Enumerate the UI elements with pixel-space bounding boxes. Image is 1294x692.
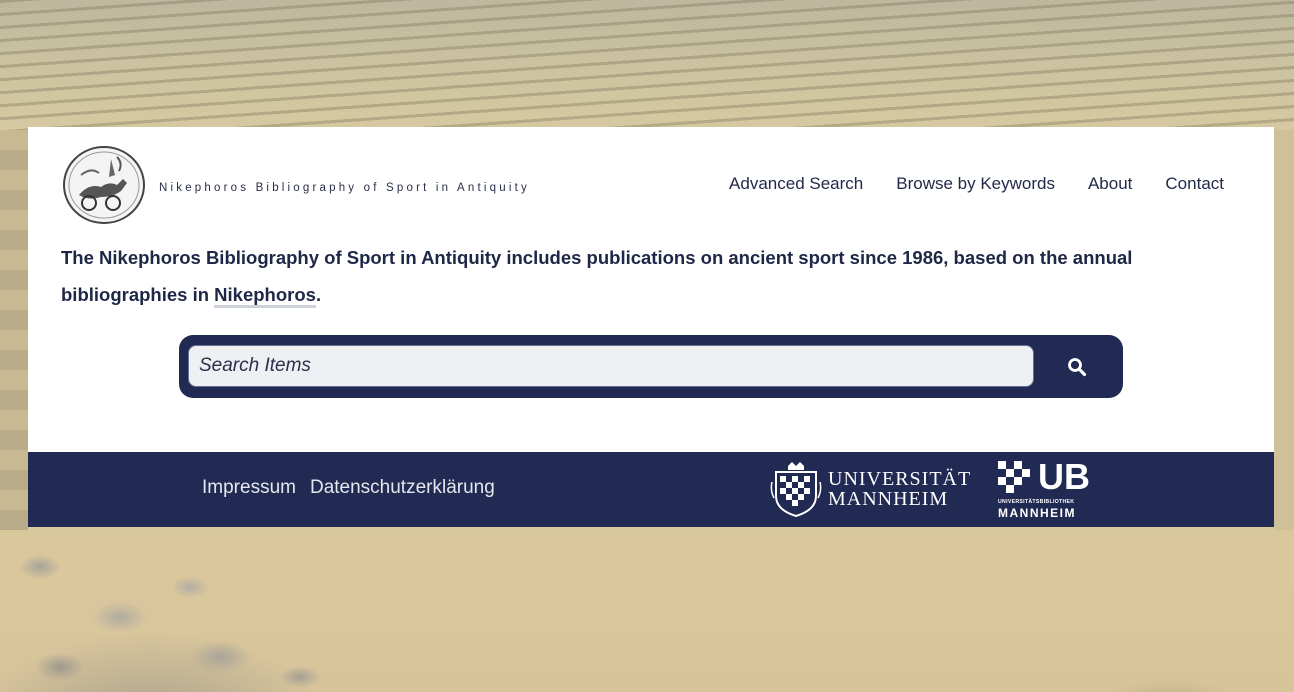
background-left-strip <box>0 130 28 530</box>
background-terraces <box>0 0 1294 130</box>
footer-links: Impressum Datenschutzerklärung <box>202 477 495 499</box>
main-nav: Advanced Search Browse by Keywords About… <box>729 174 1224 194</box>
main-panel: Nikephoros Bibliography of Sport in Anti… <box>28 127 1274 452</box>
footer: Impressum Datenschutzerklärung UNIVERSIT… <box>28 452 1274 527</box>
university-crest-icon <box>770 462 822 518</box>
coin-chariot-logo-icon[interactable] <box>61 145 147 225</box>
nav-advanced-search[interactable]: Advanced Search <box>729 174 863 194</box>
search-button[interactable] <box>1051 348 1103 386</box>
ub-subtitle: UNIVERSITÄTSBIBLIOTHEK <box>998 499 1075 505</box>
ub-abbr: UB <box>1038 456 1090 497</box>
intro-text: The Nikephoros Bibliography of Sport in … <box>61 239 1191 313</box>
university-name-line1: UNIVERSITÄT <box>828 468 972 490</box>
nav-contact[interactable]: Contact <box>1165 174 1224 194</box>
footer-link-impressum[interactable]: Impressum <box>202 477 296 499</box>
university-mannheim-logo[interactable]: UNIVERSITÄT MANNHEIM <box>770 460 975 518</box>
university-name: UNIVERSITÄT MANNHEIM <box>828 469 971 509</box>
search-bar <box>179 335 1123 398</box>
ub-mannheim-logo[interactable]: UB UNIVERSITÄTSBIBLIOTHEK MANNHEIM <box>996 459 1106 521</box>
site-title[interactable]: Nikephoros Bibliography of Sport in Anti… <box>159 182 530 194</box>
nav-about[interactable]: About <box>1088 174 1132 194</box>
nikephoros-link[interactable]: Nikephoros <box>214 284 316 308</box>
university-name-line2: MANNHEIM <box>828 488 949 510</box>
search-icon <box>1068 358 1087 377</box>
intro-text-end: . <box>315 284 322 305</box>
nav-browse-by-keywords[interactable]: Browse by Keywords <box>896 174 1055 194</box>
ub-city: MANNHEIM <box>998 506 1076 520</box>
background-right-strip <box>1274 130 1294 530</box>
footer-link-datenschutz[interactable]: Datenschutzerklärung <box>310 477 495 499</box>
background-rocks <box>0 527 420 692</box>
search-input[interactable] <box>188 345 1034 387</box>
ub-checker-icon <box>998 461 1030 493</box>
